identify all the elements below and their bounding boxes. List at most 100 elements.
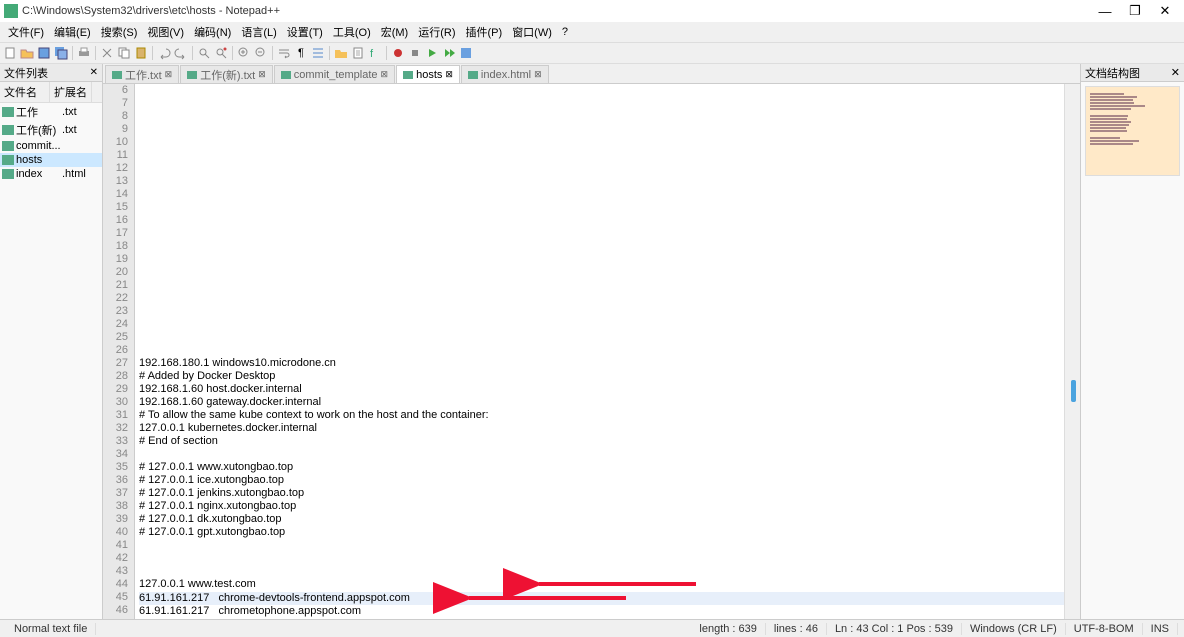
code-line[interactable] <box>139 253 1064 266</box>
code-line[interactable]: 61.91.161.217 chrometophone.appspot.com <box>139 605 1064 618</box>
menu-w[interactable]: 窗口(W) <box>508 22 556 42</box>
code-line[interactable] <box>139 123 1064 136</box>
scroll-indicator[interactable] <box>1071 380 1076 402</box>
code-line[interactable] <box>139 292 1064 305</box>
menu-e[interactable]: 编辑(E) <box>50 22 95 42</box>
play-icon[interactable] <box>424 45 440 61</box>
code-line[interactable] <box>139 279 1064 292</box>
code-line[interactable]: # 127.0.0.1 ice.xutongbao.top <box>139 474 1064 487</box>
menu-t[interactable]: 设置(T) <box>283 22 327 42</box>
code-line[interactable] <box>139 618 1064 619</box>
tab-close-icon[interactable]: ⊠ <box>381 69 389 80</box>
file-row[interactable]: 工作(新).txt <box>0 121 102 139</box>
code-line[interactable] <box>139 188 1064 201</box>
code-line[interactable]: # 127.0.0.1 nginx.xutongbao.top <box>139 500 1064 513</box>
tab-close-icon[interactable]: ⊠ <box>445 69 453 80</box>
redo-icon[interactable] <box>173 45 189 61</box>
menu-l[interactable]: 语言(L) <box>237 22 280 42</box>
code-line[interactable]: # 127.0.0.1 gpt.xutongbao.top <box>139 526 1064 539</box>
code-content[interactable]: 192.168.180.1 windows10.microdone.cn# Ad… <box>135 84 1064 619</box>
minimap[interactable] <box>1085 86 1180 176</box>
code-line[interactable]: # 127.0.0.1 www.xutongbao.top <box>139 461 1064 474</box>
code-line[interactable] <box>139 201 1064 214</box>
file-row[interactable]: index.html <box>0 167 102 181</box>
print-icon[interactable] <box>76 45 92 61</box>
menu-m[interactable]: 宏(M) <box>377 22 413 42</box>
code-line[interactable] <box>139 318 1064 331</box>
tab[interactable]: index.html⊠ <box>461 65 549 83</box>
doc-map-icon[interactable] <box>350 45 366 61</box>
file-row[interactable]: 工作.txt <box>0 103 102 121</box>
code-line[interactable]: 192.168.1.60 host.docker.internal <box>139 383 1064 396</box>
menu-r[interactable]: 运行(R) <box>414 22 459 42</box>
save-all-icon[interactable] <box>53 45 69 61</box>
tab-close-icon[interactable]: ⊠ <box>165 69 173 80</box>
save-icon[interactable] <box>36 45 52 61</box>
func-list-icon[interactable]: f <box>367 45 383 61</box>
code-line[interactable]: 127.0.0.1 www.test.com <box>139 578 1064 591</box>
tab[interactable]: 工作(新).txt⊠ <box>180 65 273 83</box>
code-line[interactable] <box>139 331 1064 344</box>
code-line[interactable]: # To allow the same kube context to work… <box>139 409 1064 422</box>
menu-n[interactable]: 编码(N) <box>190 22 235 42</box>
tab[interactable]: hosts⊠ <box>396 65 460 83</box>
code-line[interactable] <box>139 136 1064 149</box>
replace-icon[interactable] <box>213 45 229 61</box>
paste-icon[interactable] <box>133 45 149 61</box>
undo-icon[interactable] <box>156 45 172 61</box>
code-line[interactable] <box>139 214 1064 227</box>
show-chars-icon[interactable]: ¶ <box>293 45 309 61</box>
save-macro-icon[interactable] <box>458 45 474 61</box>
tab[interactable]: commit_template⊠ <box>274 65 395 83</box>
code-line[interactable]: 192.168.1.60 gateway.docker.internal <box>139 396 1064 409</box>
maximize-button[interactable]: ❐ <box>1120 1 1150 21</box>
tab[interactable]: 工作.txt⊠ <box>105 65 179 83</box>
zoom-in-icon[interactable] <box>236 45 252 61</box>
vertical-scrollbar[interactable] <box>1064 84 1080 619</box>
code-line[interactable] <box>139 240 1064 253</box>
tab-close-icon[interactable]: ⊠ <box>534 69 542 80</box>
code-line[interactable]: # 127.0.0.1 dk.xutongbao.top <box>139 513 1064 526</box>
code-line[interactable] <box>139 305 1064 318</box>
code-line[interactable]: 61.91.161.217 chrome-devtools-frontend.a… <box>139 592 1064 605</box>
code-line[interactable] <box>139 448 1064 461</box>
new-file-icon[interactable] <box>2 45 18 61</box>
indent-icon[interactable] <box>310 45 326 61</box>
doc-map-close-icon[interactable]: ✕ <box>1171 66 1180 79</box>
folder-icon[interactable] <box>333 45 349 61</box>
copy-icon[interactable] <box>116 45 132 61</box>
wordwrap-icon[interactable] <box>276 45 292 61</box>
file-row[interactable]: hosts <box>0 153 102 167</box>
code-line[interactable] <box>139 162 1064 175</box>
menu-o[interactable]: 工具(O) <box>329 22 375 42</box>
code-line[interactable] <box>139 565 1064 578</box>
cut-icon[interactable] <box>99 45 115 61</box>
menu-[interactable]: ? <box>558 24 572 40</box>
menu-f[interactable]: 文件(F) <box>4 22 48 42</box>
code-line[interactable]: 192.168.180.1 windows10.microdone.cn <box>139 357 1064 370</box>
code-line[interactable] <box>139 552 1064 565</box>
col-ext[interactable]: 扩展名 <box>50 82 92 102</box>
stop-icon[interactable] <box>407 45 423 61</box>
code-line[interactable] <box>139 227 1064 240</box>
close-button[interactable]: ✕ <box>1150 1 1180 21</box>
code-line[interactable] <box>139 110 1064 123</box>
file-list-close-icon[interactable]: ✕ <box>90 67 98 78</box>
col-filename[interactable]: 文件名 <box>0 82 50 102</box>
open-file-icon[interactable] <box>19 45 35 61</box>
menu-v[interactable]: 视图(V) <box>143 22 188 42</box>
code-line[interactable] <box>139 344 1064 357</box>
code-line[interactable]: # Added by Docker Desktop <box>139 370 1064 383</box>
code-line[interactable]: # End of section <box>139 435 1064 448</box>
minimize-button[interactable]: — <box>1090 1 1120 21</box>
menu-s[interactable]: 搜索(S) <box>97 22 142 42</box>
code-line[interactable] <box>139 266 1064 279</box>
play-multi-icon[interactable] <box>441 45 457 61</box>
find-icon[interactable] <box>196 45 212 61</box>
code-area[interactable]: 6789101112131415161718192021222324252627… <box>103 84 1080 619</box>
tab-close-icon[interactable]: ⊠ <box>258 69 266 80</box>
record-icon[interactable] <box>390 45 406 61</box>
zoom-out-icon[interactable] <box>253 45 269 61</box>
code-line[interactable]: # 127.0.0.1 jenkins.xutongbao.top <box>139 487 1064 500</box>
code-line[interactable] <box>139 149 1064 162</box>
